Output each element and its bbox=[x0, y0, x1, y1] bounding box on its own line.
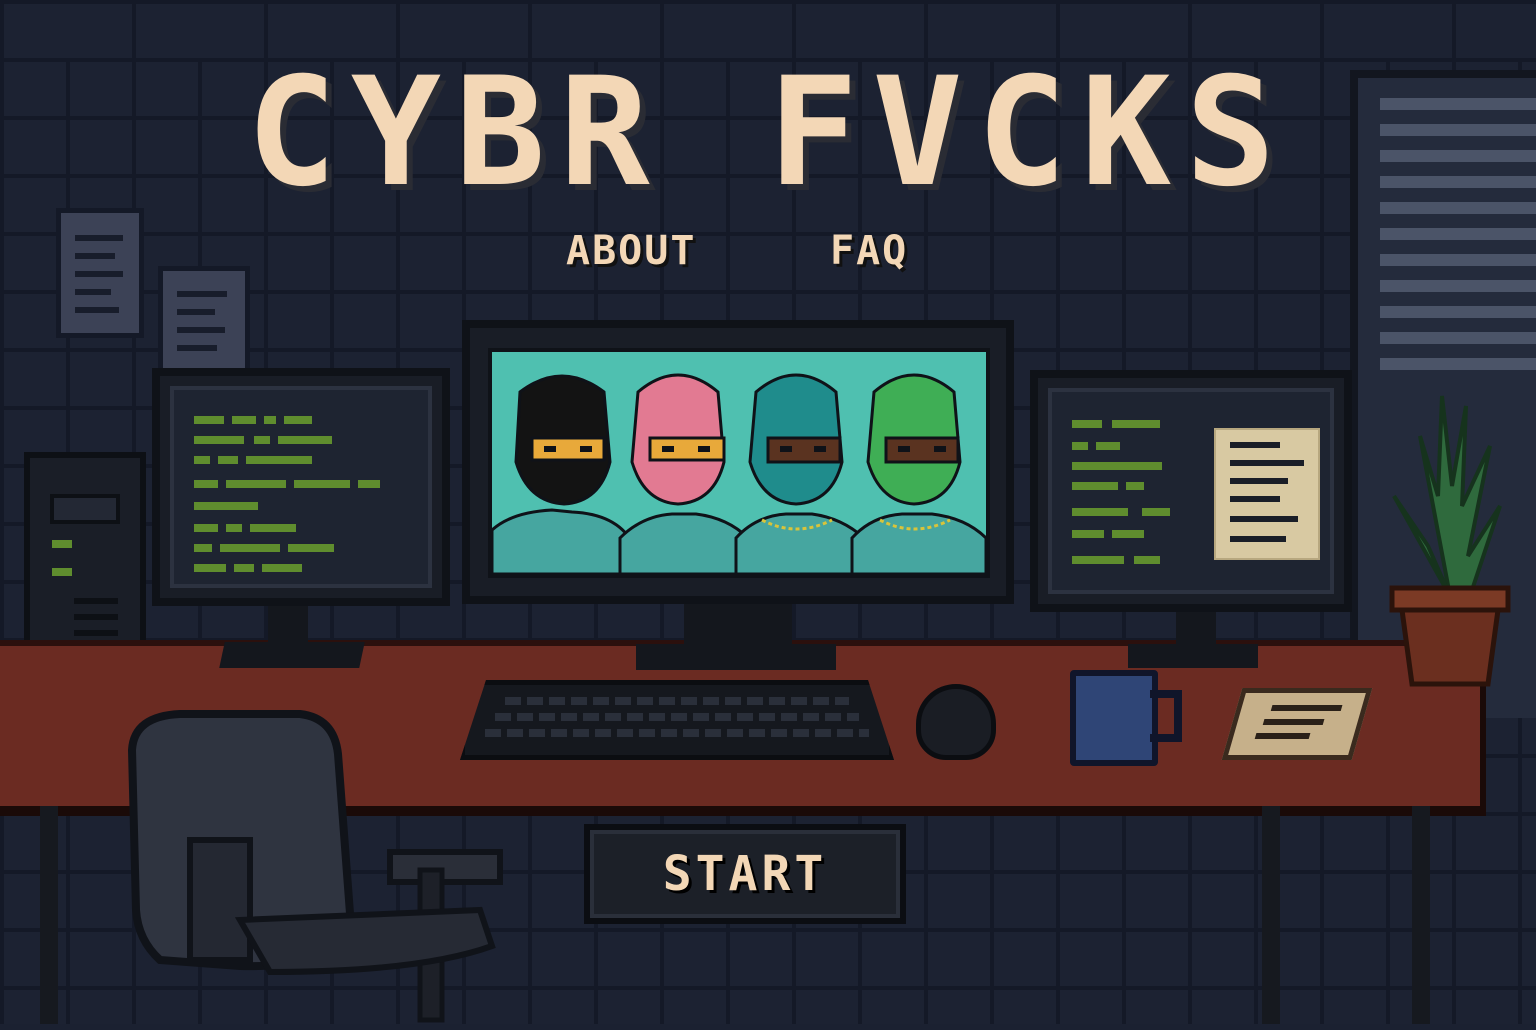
left-monitor bbox=[152, 368, 450, 606]
desk-leg bbox=[1262, 806, 1280, 1024]
mug-handle bbox=[1150, 690, 1182, 742]
monitor-base-center bbox=[636, 644, 836, 670]
wall-note-right bbox=[158, 266, 250, 380]
character-3 bbox=[734, 373, 866, 574]
center-monitor bbox=[462, 320, 1014, 604]
coffee-mug bbox=[1070, 670, 1158, 766]
character-4 bbox=[850, 373, 986, 574]
game-title: CYBR FVCKS bbox=[246, 46, 1290, 220]
desk-leg bbox=[1412, 806, 1430, 1024]
start-button[interactable]: START bbox=[584, 824, 906, 924]
mouse bbox=[916, 684, 996, 760]
right-monitor bbox=[1030, 370, 1352, 612]
masked-characters-art bbox=[492, 373, 986, 574]
wall-note-left bbox=[56, 208, 144, 338]
character-1 bbox=[492, 374, 634, 574]
faq-link[interactable]: FAQ bbox=[830, 228, 908, 274]
monitor-stand-center bbox=[684, 596, 792, 650]
about-link[interactable]: ABOUT bbox=[566, 228, 696, 274]
character-screen bbox=[488, 348, 990, 578]
desk-notepad bbox=[1221, 688, 1373, 760]
desk-leg bbox=[40, 806, 58, 1024]
monitor-base-right bbox=[1128, 644, 1258, 668]
monitor-base-left bbox=[219, 642, 365, 668]
character-2 bbox=[618, 373, 750, 574]
potted-plant bbox=[1389, 395, 1511, 687]
office-chair bbox=[127, 710, 503, 1023]
document-window bbox=[1214, 428, 1320, 560]
